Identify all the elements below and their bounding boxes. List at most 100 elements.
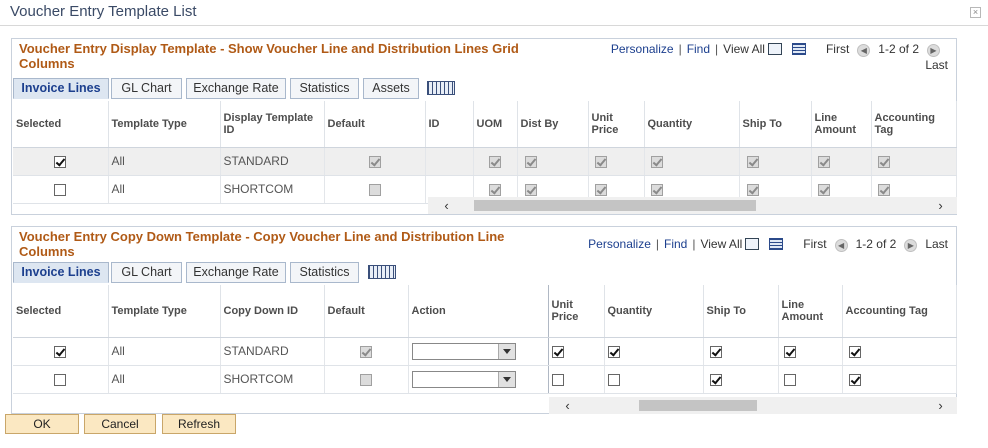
row-range: 1-2 of 2 — [855, 237, 897, 251]
previous-icon[interactable]: ◀ — [857, 44, 871, 57]
tab-assets[interactable]: Assets — [363, 78, 419, 99]
scroll-left-icon[interactable]: ‹ — [438, 197, 455, 214]
tab-exchange-rate[interactable]: Exchange Rate — [186, 262, 286, 283]
accounting-tag-checkbox[interactable] — [848, 373, 861, 386]
unit-price-checkbox[interactable] — [551, 345, 564, 358]
ship-to-checkbox — [746, 183, 759, 196]
col-ship-to: Ship To — [703, 285, 779, 338]
personalize-link[interactable]: Personalize — [611, 42, 674, 56]
table-row: All SHORTCOM — [13, 365, 957, 394]
col-line-amount: Line Amount — [811, 101, 872, 148]
dist-by-checkbox — [524, 155, 537, 168]
copy-down-template-grid: Voucher Entry Copy Down Template - Copy … — [11, 226, 957, 414]
ship-to-checkbox[interactable] — [709, 373, 722, 386]
scroll-left-icon[interactable]: ‹ — [559, 397, 576, 414]
tab-gl-chart[interactable]: GL Chart — [111, 78, 182, 99]
col-quantity: Quantity — [644, 101, 740, 148]
action-select[interactable] — [411, 370, 516, 388]
col-accounting-tag: Accounting Tag — [871, 101, 957, 148]
selected-checkbox[interactable] — [54, 183, 67, 196]
last-label: Last — [925, 58, 948, 72]
uom-checkbox — [489, 183, 501, 196]
tab-invoice-lines[interactable]: Invoice Lines — [13, 78, 109, 99]
zoom-icon[interactable] — [745, 238, 760, 250]
chevron-down-icon[interactable] — [497, 343, 515, 359]
tab-invoice-lines[interactable]: Invoice Lines — [13, 262, 109, 283]
refresh-button[interactable]: Refresh — [162, 414, 236, 434]
show-all-columns-icon[interactable] — [427, 81, 455, 95]
window-title: Voucher Entry Template List — [10, 3, 197, 20]
view-all-link[interactable]: View All — [723, 42, 765, 56]
col-action: Action — [408, 285, 549, 338]
display-grid-tabs: Invoice Lines GL Chart Exchange Rate Sta… — [13, 78, 957, 99]
selected-checkbox[interactable] — [54, 155, 67, 168]
show-all-columns-icon[interactable] — [368, 265, 396, 279]
quantity-checkbox — [650, 183, 663, 196]
table-header-row: Selected Template Type Copy Down ID Defa… — [13, 285, 957, 338]
download-grid-icon[interactable] — [769, 238, 784, 250]
col-default: Default — [324, 101, 426, 148]
col-template-type: Template Type — [108, 285, 221, 338]
default-checkbox — [368, 155, 381, 168]
ok-button[interactable]: OK — [5, 414, 79, 434]
close-icon[interactable]: × — [970, 7, 981, 18]
chevron-down-icon[interactable] — [497, 371, 515, 387]
zoom-icon[interactable] — [767, 43, 782, 55]
tab-exchange-rate[interactable]: Exchange Rate — [186, 78, 286, 99]
next-icon[interactable]: ▶ — [904, 239, 918, 252]
copy-grid-nav: Personalize | Find | View All First ◀ 1-2 of 2 ▶… — [588, 237, 948, 252]
template-id-cell: STANDARD — [220, 147, 325, 176]
template-type-cell: All — [108, 365, 221, 394]
col-unit-price: Unit Price — [588, 101, 645, 148]
table-row: All STANDARD — [13, 147, 957, 176]
copy-grid-hscroll[interactable]: ‹ › — [549, 397, 957, 414]
selected-checkbox[interactable] — [54, 345, 67, 358]
quantity-checkbox[interactable] — [607, 373, 620, 386]
tab-statistics[interactable]: Statistics — [290, 78, 359, 99]
table-header-row: Selected Template Type Display Template … — [13, 101, 957, 148]
template-type-cell: All — [108, 337, 221, 366]
copy-id-cell: STANDARD — [220, 337, 325, 366]
line-amount-checkbox[interactable] — [783, 373, 796, 386]
row-range: 1-2 of 2 — [878, 42, 919, 56]
col-accounting-tag: Accounting Tag — [842, 285, 957, 338]
line-amount-checkbox[interactable] — [783, 345, 796, 358]
tab-gl-chart[interactable]: GL Chart — [111, 262, 182, 283]
unit-price-checkbox[interactable] — [551, 373, 564, 386]
first-label: First — [825, 42, 850, 56]
accounting-tag-checkbox[interactable] — [848, 345, 861, 358]
unit-price-checkbox — [594, 155, 607, 168]
copy-id-cell: SHORTCOM — [220, 365, 325, 394]
template-id-cell: SHORTCOM — [220, 175, 325, 204]
find-link[interactable]: Find — [664, 237, 687, 251]
col-quantity: Quantity — [604, 285, 704, 338]
col-dist-by: Dist By — [517, 101, 589, 148]
view-all-link[interactable]: View All — [700, 237, 742, 251]
scroll-thumb[interactable] — [474, 200, 756, 211]
default-checkbox — [368, 183, 381, 196]
col-id: ID — [425, 101, 474, 148]
scroll-thumb[interactable] — [639, 400, 757, 411]
template-type-cell: All — [108, 175, 221, 204]
ship-to-checkbox[interactable] — [709, 345, 722, 358]
cancel-button[interactable]: Cancel — [84, 414, 156, 434]
action-select[interactable] — [411, 342, 516, 360]
find-link[interactable]: Find — [687, 42, 710, 56]
personalize-link[interactable]: Personalize — [588, 237, 651, 251]
next-icon[interactable]: ▶ — [927, 44, 940, 57]
download-grid-icon[interactable] — [791, 43, 806, 55]
default-checkbox — [360, 345, 372, 358]
previous-icon[interactable]: ◀ — [834, 239, 848, 252]
col-uom: UOM — [473, 101, 518, 148]
unit-price-checkbox — [594, 183, 607, 196]
scroll-right-icon[interactable]: › — [932, 197, 949, 214]
tab-statistics[interactable]: Statistics — [290, 262, 359, 283]
selected-checkbox[interactable] — [54, 373, 67, 386]
default-checkbox — [360, 373, 372, 386]
display-grid-table: Selected Template Type Display Template … — [13, 101, 957, 204]
scroll-right-icon[interactable]: › — [932, 397, 949, 414]
quantity-checkbox[interactable] — [607, 345, 620, 358]
display-grid-hscroll[interactable]: ‹ › — [428, 197, 957, 214]
accounting-tag-checkbox — [877, 155, 890, 168]
copy-grid-title: Voucher Entry Copy Down Template - Copy … — [19, 229, 505, 259]
